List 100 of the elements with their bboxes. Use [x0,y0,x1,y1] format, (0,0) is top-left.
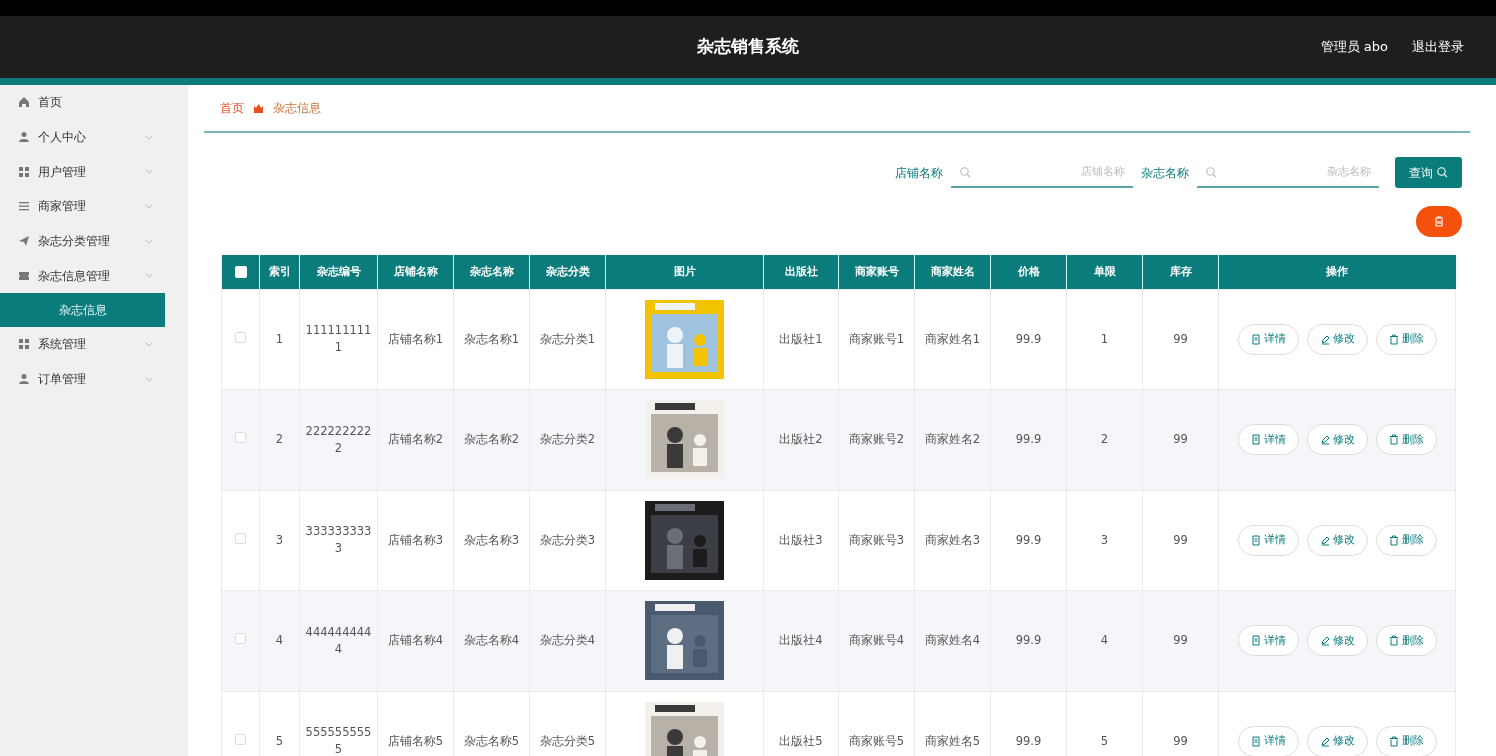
column-header: 价格 [990,255,1067,289]
search-field[interactable]: 杂志名称 [1197,157,1379,188]
table-cell: 出版社1 [763,289,839,390]
table-cell: 99 [1142,490,1219,591]
table-cell: 店铺名称3 [377,490,454,591]
row-checkbox[interactable] [235,331,246,343]
search-icon [1206,167,1217,178]
sidebar-item[interactable]: 商家管理 [0,189,165,224]
table-cell: 杂志分类3 [529,490,606,591]
edit-button[interactable]: 修改 [1306,524,1368,556]
table-cell: 99.9 [990,289,1067,390]
field-label: 店铺名称 [895,164,943,182]
table-cell: 4 [1066,590,1143,691]
row-checkbox[interactable] [235,432,246,444]
table-cell: 99 [1142,389,1219,490]
details-button[interactable]: 详情 [1237,725,1299,756]
table-cell: 杂志分类4 [529,590,606,691]
details-button[interactable]: 详情 [1237,424,1299,456]
column-header: 杂志编号 [299,255,378,289]
table-cell: 99.9 [990,490,1067,591]
breadcrumb-link[interactable]: 首页 [220,99,244,117]
table-cell: 商家账号2 [838,389,915,490]
crown-icon [254,103,263,113]
sidebar-item[interactable]: 首页 [0,85,165,120]
table-cell: 3 [259,490,300,591]
table-cell: 99 [1142,590,1219,691]
column-header: 店铺名称 [377,255,454,289]
search-button[interactable]: 查询 [1395,157,1462,188]
delete-button[interactable] [1416,206,1462,237]
sidebar-item[interactable]: 订单管理 [0,361,165,397]
delete-button[interactable]: 删除 [1375,725,1437,756]
column-header: 单限 [1066,255,1143,289]
table-cell: 4444444444 [299,590,378,691]
table-cell: 2 [259,389,300,490]
table-cell: 商家账号3 [838,490,915,591]
table-cell: 1111111111 [299,289,378,390]
sidebar-item[interactable]: 个人中心 [0,119,165,155]
sidebar-item[interactable]: 杂志信息管理 [0,258,165,294]
table-cell: 出版社2 [763,389,839,490]
table-cell: 2222222222 [299,389,378,490]
trash-icon [1388,333,1399,345]
chevron-down-icon [145,376,153,382]
user-label: 管理员 abo [1320,38,1388,57]
pencil-icon [1319,635,1330,647]
user-icon [18,131,30,144]
select-all-checkbox[interactable] [234,265,247,278]
table-cell: 出版社3 [763,490,839,591]
row-checkbox[interactable] [235,532,246,544]
table-cell: 店铺名称4 [377,590,454,691]
delete-button[interactable]: 删除 [1375,625,1437,657]
document-icon [1250,735,1261,747]
table-cell: 99.9 [990,590,1067,691]
edit-button[interactable]: 修改 [1306,323,1368,355]
table-cell: 杂志分类2 [529,389,606,490]
table-cell: 店铺名称2 [377,389,454,490]
search-icon [1437,167,1448,178]
app-title: 杂志销售系统 [697,35,799,59]
trash-icon [1388,735,1399,747]
column-header: 出版社 [763,255,839,289]
row-checkbox[interactable] [235,633,246,645]
column-header: 杂志名称 [453,255,530,289]
chevron-down-icon [145,238,153,244]
sidebar-item[interactable]: 杂志分类管理 [0,223,165,259]
table-cell: 商家姓名1 [914,289,991,390]
column-header: 杂志分类 [529,255,606,289]
edit-button[interactable]: 修改 [1306,625,1368,657]
details-button[interactable]: 详情 [1237,524,1299,556]
table-cell: 99 [1142,289,1219,390]
details-button[interactable]: 详情 [1237,323,1299,355]
delete-button[interactable]: 删除 [1375,524,1437,556]
pencil-icon [1319,434,1330,446]
logout-link[interactable]: 退出登录 [1412,37,1464,57]
column-header: 商家账号 [838,255,915,289]
breadcrumb-link[interactable]: 杂志信息 [273,99,321,117]
row-checkbox[interactable] [235,733,246,745]
chevron-down-icon [145,341,153,347]
column-header: 索引 [259,255,300,289]
delete-button[interactable]: 删除 [1375,424,1437,456]
table-cell: 杂志分类1 [529,289,606,390]
home-icon [18,96,30,109]
details-button[interactable]: 详情 [1237,625,1299,657]
pencil-icon [1319,534,1330,546]
table-cell: 1 [259,289,300,390]
sidebar-item[interactable]: 系统管理 [0,327,165,362]
table-cell: 商家姓名3 [914,490,991,591]
table-cell: 杂志名称3 [453,490,530,591]
delete-button[interactable]: 删除 [1375,323,1437,355]
search-field[interactable]: 店铺名称 [951,157,1133,188]
list-icon [18,200,30,213]
edit-button[interactable]: 修改 [1306,725,1368,756]
sidebar-item[interactable]: 用户管理 [0,154,165,190]
submenu-item[interactable]: 杂志信息 [0,293,165,328]
table-cell: 99.9 [990,389,1067,490]
edit-button[interactable]: 修改 [1306,424,1368,456]
column-header: 商家姓名 [914,255,991,289]
trash-icon [1388,635,1399,647]
table-cell: 1 [1066,289,1143,390]
paper-plane-icon [18,235,30,248]
table-cell: 杂志名称2 [453,389,530,490]
trash-icon [1434,216,1444,227]
